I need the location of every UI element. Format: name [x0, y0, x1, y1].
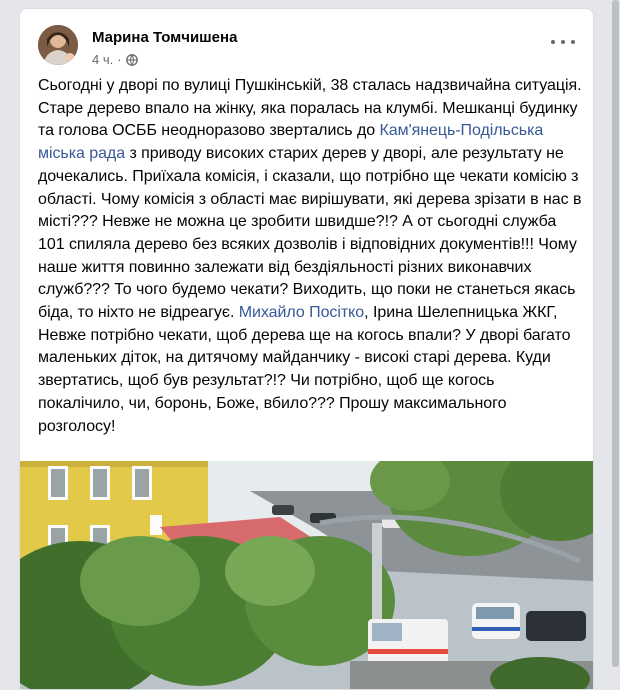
post-text-part-2: з приводу високих старих дерев у дворі, … — [38, 145, 582, 322]
avatar[interactable] — [38, 25, 78, 65]
globe-icon — [125, 53, 138, 66]
post-text: Сьогодні у дворі по вулиці Пушкінській, … — [38, 75, 583, 438]
author-name[interactable]: Марина Томчишена — [92, 29, 237, 46]
post-photo[interactable] — [20, 461, 593, 689]
scrollbar-track[interactable] — [610, 0, 620, 667]
post-card: Марина Томчишена 4 ч. · Сьогодні у дворі… — [19, 8, 594, 690]
more-options-icon[interactable] — [551, 33, 575, 51]
post-header: Марина Томчишена 4 ч. · — [38, 21, 575, 69]
scrollbar-thumb[interactable] — [612, 0, 619, 667]
post-time[interactable]: 4 ч. — [92, 52, 113, 67]
post-meta: 4 ч. · — [92, 52, 138, 67]
profile-link-mykhailo[interactable]: Михайло Посітко — [239, 304, 364, 321]
post-text-part-3: , Ірина Шелепницька ЖКГ, Невже потрібно … — [38, 304, 571, 435]
